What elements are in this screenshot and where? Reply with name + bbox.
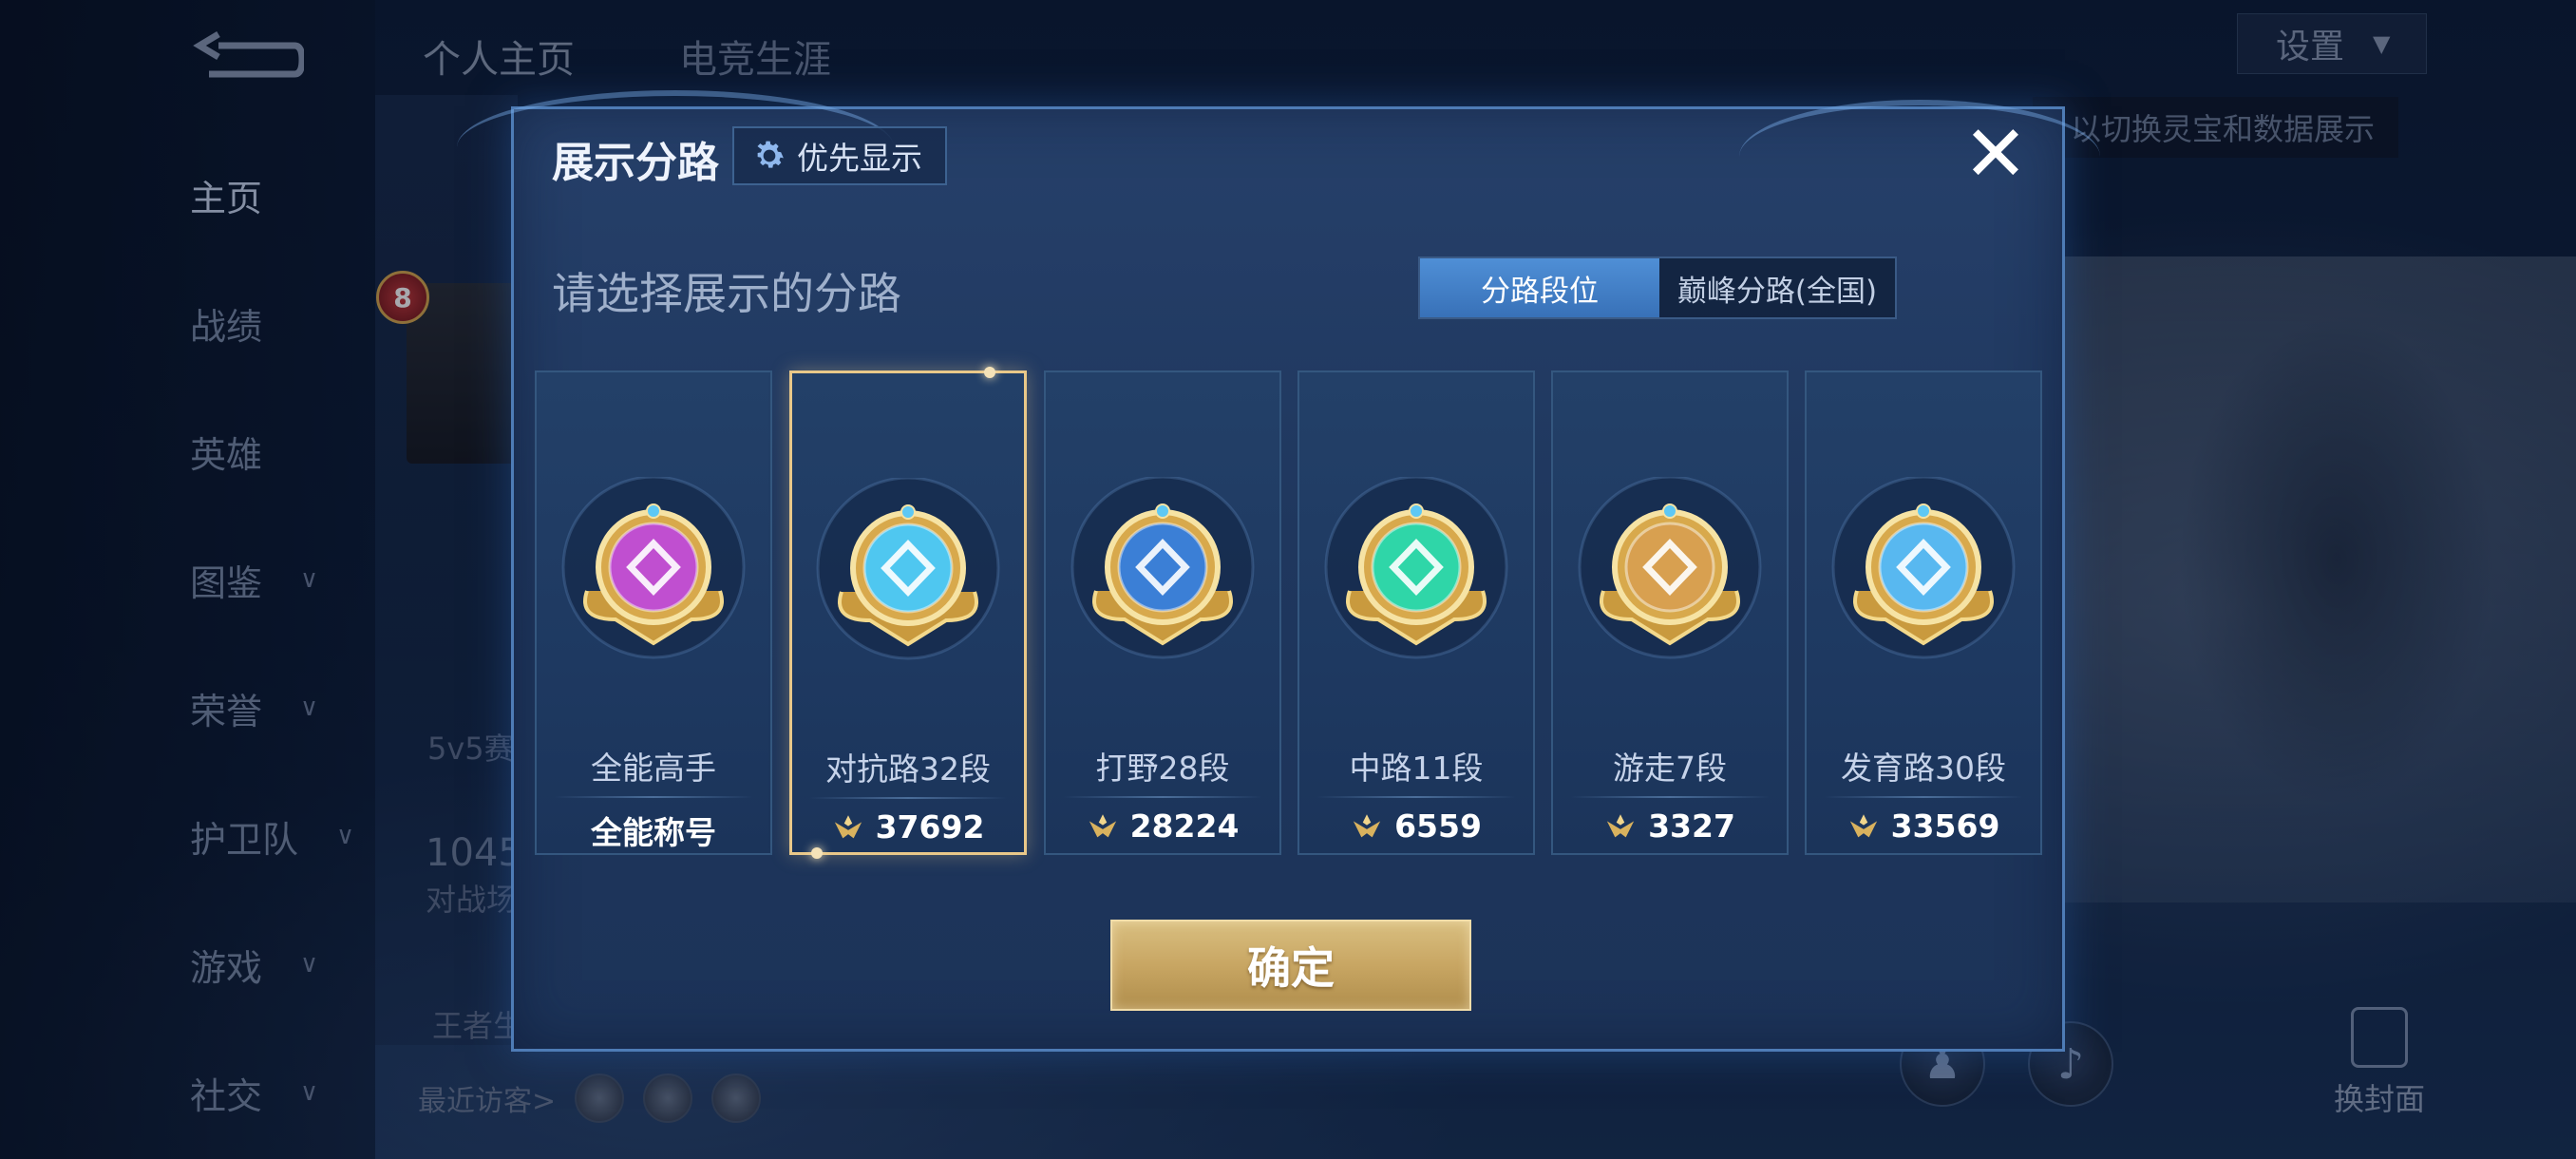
rank-score-icon [1849,813,1877,837]
divider [1570,796,1770,798]
lane-rank-label: 中路11段 [1349,750,1484,787]
rank-score-icon [834,814,862,838]
lane-card[interactable]: 全能高手 全能称号 [535,370,772,855]
lane-score-value: 33569 [1890,808,2000,845]
lane-rank-label: 对抗路32段 [825,750,991,788]
lane-card[interactable]: 发育路30段 33569 [1805,370,2042,855]
all-rounder-emblem-icon [561,477,746,659]
divider [1316,796,1516,798]
confirm-button[interactable]: 确定 [1110,920,1471,1011]
rank-score-icon [1353,813,1381,837]
roam-emblem-icon [1578,477,1762,659]
lane-display-dialog: 展示分路 优先显示 ✕ 请选择展示的分路 分路段位 巅峰分路(全国) 全能高手全… [457,90,2100,1052]
divider [1824,796,2023,798]
lane-score: 3327 [1553,808,1787,845]
lane-score: 37692 [792,808,1024,846]
mid-lane-emblem-icon [1324,477,1508,659]
lane-rank-label: 打野28段 [1095,750,1230,787]
lane-score: 28224 [1046,808,1279,845]
lane-card[interactable]: 对抗路32段 37692 [789,367,1027,859]
toggle-lane-rank[interactable]: 分路段位 [1420,258,1659,317]
selection-sparkle [811,847,823,859]
lane-rank-label: 发育路30段 [1841,750,2006,787]
lane-score-value: 6559 [1394,808,1482,845]
display-mode-toggle: 分路段位 巅峰分路(全国) [1418,256,1897,319]
lane-score: 33569 [1807,808,2040,845]
lane-rank-label: 游走7段 [1613,750,1727,787]
decorative-swirl [1739,100,2100,214]
lane-score-value: 37692 [875,808,985,846]
divider [554,796,753,798]
toggle-peak-lane-national[interactable]: 巅峰分路(全国) [1659,258,1895,317]
close-icon[interactable]: ✕ [1958,116,2034,194]
lane-score: 全能称号 [537,808,770,853]
dialog-title: 展示分路 [552,139,719,187]
jungle-emblem-icon [1070,477,1255,659]
lane-card[interactable]: 打野28段 28224 [1044,370,1281,855]
lane-score-value: 3327 [1648,808,1735,845]
lane-card[interactable]: 游走7段 3327 [1551,370,1789,855]
divider [1063,796,1262,798]
lane-card[interactable]: 中路11段 6559 [1297,370,1535,855]
gear-icon [757,141,784,168]
rank-score-icon [1606,813,1635,837]
lane-card-list: 全能高手 全能称号 对抗路32段 37692 打野28段 28224 中路11段 6559 游走… [535,367,2045,859]
dialog-prompt: 请选择展示的分路 [552,268,901,319]
selection-sparkle [984,367,995,378]
priority-display-button[interactable]: 优先显示 [732,126,947,185]
priority-display-label: 优先显示 [797,140,922,177]
clash-lane-emblem-icon [816,478,1000,660]
farm-lane-emblem-icon [1831,477,2016,659]
divider [809,797,1007,799]
lane-score-value: 全能称号 [591,814,716,851]
lane-score: 6559 [1299,808,1533,845]
rank-score-icon [1089,813,1116,837]
lane-score-value: 28224 [1129,808,1240,845]
lane-rank-label: 全能高手 [591,750,716,787]
